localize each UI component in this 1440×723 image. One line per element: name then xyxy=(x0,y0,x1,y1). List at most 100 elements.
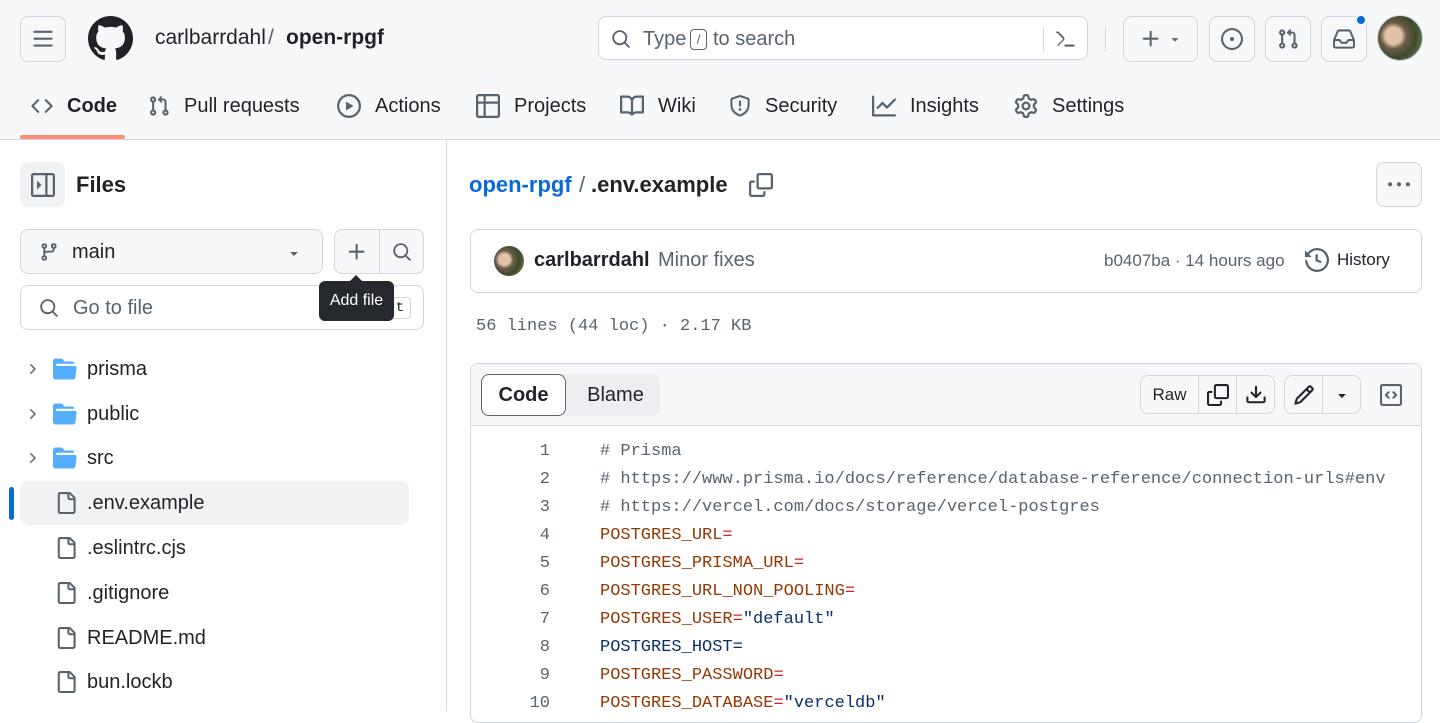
pull-request-icon xyxy=(150,95,169,116)
code-line: 4 POSTGRES_URL= xyxy=(471,521,1421,549)
user-avatar[interactable] xyxy=(1377,15,1423,61)
copy-path-icon[interactable] xyxy=(749,173,773,197)
create-new-button[interactable] xyxy=(1123,16,1198,62)
code-line: 1 # Prisma xyxy=(471,437,1421,465)
tree-item-label: .eslintrc.cjs xyxy=(87,536,186,559)
tab-pull-requests[interactable]: Pull requests xyxy=(148,84,300,128)
code-line: 8 POSTGRES_HOST= xyxy=(471,633,1421,661)
search-input[interactable]: Type / to search xyxy=(598,16,1088,60)
tab-code-label: Code xyxy=(67,94,117,117)
tree-item-label: prisma xyxy=(87,357,148,380)
code-lines: 1 # Prisma 2 # https://www.prisma.io/docs/r… xyxy=(471,426,1421,722)
line-number[interactable]: 4 xyxy=(471,526,550,545)
code-token: # https://www.prisma.io/docs/reference/d… xyxy=(600,469,1386,489)
line-content: POSTGRES_URL_NON_POOLING= xyxy=(600,582,855,601)
table-icon xyxy=(476,94,500,118)
repo-owner-link[interactable]: carlbarrdahl xyxy=(155,26,266,50)
line-content: POSTGRES_PASSWORD= xyxy=(600,666,784,685)
commit-author-avatar[interactable] xyxy=(494,246,524,276)
tree-item-file[interactable]: .eslintrc.cjs xyxy=(20,526,409,570)
header-divider xyxy=(1105,26,1106,52)
tab-wiki[interactable]: Wiki xyxy=(620,84,696,128)
line-content: POSTGRES_PRISMA_URL= xyxy=(600,554,804,573)
code-line: 7 POSTGRES_USER="default" xyxy=(471,605,1421,633)
search-key-hint: / xyxy=(690,29,707,50)
tree-item-folder[interactable]: src xyxy=(20,436,409,480)
more-options-button[interactable] xyxy=(1376,162,1422,207)
line-number[interactable]: 7 xyxy=(471,610,550,629)
code-icon xyxy=(31,99,53,113)
chevron-right-icon xyxy=(30,409,36,419)
tree-item-file[interactable]: .gitignore xyxy=(20,571,409,615)
repo-name-link[interactable]: open-rpgf xyxy=(286,26,384,50)
download-button[interactable] xyxy=(1237,376,1274,413)
sidebar-collapse-icon xyxy=(30,172,55,197)
tree-item-file[interactable]: README.md xyxy=(20,616,409,660)
tree-item-folder[interactable]: public xyxy=(20,392,409,436)
code-token: "default" xyxy=(742,609,835,629)
github-logo-icon[interactable] xyxy=(88,16,133,61)
edit-file-button[interactable] xyxy=(1285,376,1323,413)
code-line: 3 # https://vercel.com/docs/storage/verce… xyxy=(471,493,1421,521)
tab-code[interactable]: Code xyxy=(31,84,117,128)
file-stats: 56 lines (44 loc) · 2.17 KB xyxy=(476,317,752,336)
code-token: = xyxy=(732,609,743,629)
file-actions-group xyxy=(334,229,424,274)
collapse-sidebar-button[interactable] xyxy=(20,162,65,207)
command-palette-icon[interactable] xyxy=(1054,28,1076,50)
tree-item-file[interactable]: bun.lockb xyxy=(20,660,409,704)
search-files-button[interactable] xyxy=(380,230,423,273)
line-number[interactable]: 8 xyxy=(471,638,550,657)
tab-insights[interactable]: Insights xyxy=(872,84,979,128)
file-icon xyxy=(57,492,76,514)
tree-item-file-selected[interactable]: .env.example xyxy=(20,481,409,525)
tab-settings-label: Settings xyxy=(1052,94,1125,117)
line-number[interactable]: 3 xyxy=(471,498,550,517)
caret-down-icon xyxy=(1338,393,1346,398)
tab-settings[interactable]: Settings xyxy=(1014,84,1124,128)
issues-button[interactable] xyxy=(1209,16,1255,62)
commit-message[interactable]: Minor fixes xyxy=(658,249,755,272)
code-token: POSTGRES_URL xyxy=(600,525,723,545)
symbols-panel-button[interactable] xyxy=(1372,375,1410,414)
tree-item-label: .env.example xyxy=(87,491,205,514)
pull-requests-button[interactable] xyxy=(1265,16,1311,62)
tree-item-label: public xyxy=(87,402,140,425)
chevron-right-icon xyxy=(30,453,36,463)
tab-projects[interactable]: Projects xyxy=(476,84,586,128)
code-token: # Prisma xyxy=(600,441,682,461)
tab-security[interactable]: Security xyxy=(729,84,837,128)
tab-blame-view[interactable]: Blame xyxy=(573,374,658,416)
raw-button[interactable]: Raw xyxy=(1141,376,1199,413)
code-token: POSTGRES_DATABASE xyxy=(600,693,774,713)
branch-selector[interactable]: main xyxy=(20,229,323,274)
line-content: # https://vercel.com/docs/storage/vercel… xyxy=(600,498,1100,517)
line-number[interactable]: 6 xyxy=(471,582,550,601)
line-number[interactable]: 10 xyxy=(471,694,550,713)
commit-meta[interactable]: b0407ba · 14 hours ago xyxy=(1104,251,1285,271)
file-icon xyxy=(57,627,76,649)
line-number[interactable]: 2 xyxy=(471,470,550,489)
line-number[interactable]: 1 xyxy=(471,442,550,461)
commit-author[interactable]: carlbarrdahl xyxy=(534,249,650,272)
code-viewer: Code Blame Raw 1 # Prisma 2 # https://ww… xyxy=(470,363,1422,723)
code-token: = xyxy=(793,553,805,573)
git-branch-icon xyxy=(41,243,57,261)
history-button[interactable]: History xyxy=(1305,248,1390,272)
tab-code-view[interactable]: Code xyxy=(481,374,566,416)
tree-item-folder[interactable]: prisma xyxy=(20,347,409,391)
line-number[interactable]: 9 xyxy=(471,666,550,685)
blame-view-label: Blame xyxy=(587,383,644,406)
add-file-button[interactable] xyxy=(335,230,380,273)
breadcrumb-repo-link[interactable]: open-rpgf xyxy=(469,172,572,198)
tab-actions[interactable]: Actions xyxy=(337,84,441,128)
line-number[interactable]: 5 xyxy=(471,554,550,573)
edit-dropdown-button[interactable] xyxy=(1323,376,1360,413)
copy-raw-button[interactable] xyxy=(1199,376,1237,413)
menu-button[interactable] xyxy=(20,16,66,62)
repo-header: carlbarrdahl / open-rpgf Type / to searc… xyxy=(0,0,1440,140)
file-icon xyxy=(57,671,76,693)
folder-icon xyxy=(53,447,77,469)
tooltip-arrow xyxy=(349,275,363,282)
code-token: "verceldb" xyxy=(783,693,886,713)
